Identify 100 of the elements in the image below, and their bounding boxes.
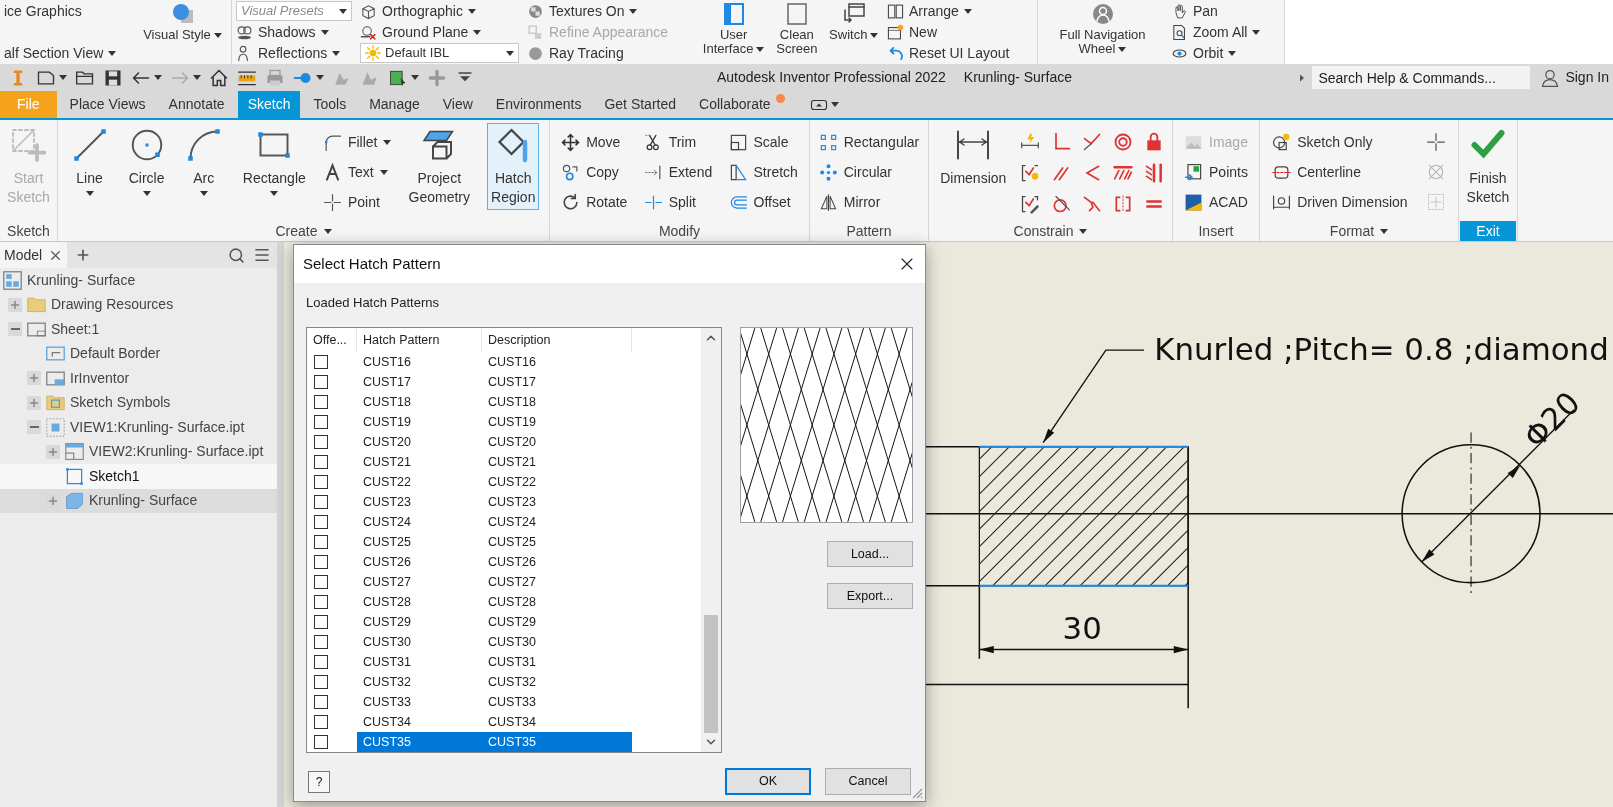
checkbox[interactable]: [314, 475, 328, 489]
table-row[interactable]: CUST28 CUST28: [357, 592, 632, 612]
tool-button[interactable]: Reflections: [236, 43, 352, 63]
tool-button[interactable]: Visual Style: [143, 2, 222, 42]
checkbox[interactable]: [314, 535, 328, 549]
load-button[interactable]: Load...: [827, 541, 913, 567]
tool-button[interactable]: Hatch Region: [487, 123, 540, 210]
table-row[interactable]: CUST35 CUST35: [357, 732, 632, 752]
tool-button[interactable]: Line: [67, 123, 112, 199]
ribbon-tab[interactable]: Place Views: [59, 91, 156, 118]
tool-button[interactable]: Clean Screen: [765, 2, 828, 56]
tree-item[interactable]: Sketch Symbols: [0, 390, 277, 415]
checkbox[interactable]: [314, 615, 328, 629]
tool-button[interactable]: Pan: [1171, 1, 1280, 21]
tool-button[interactable]: Sketch Only: [1272, 127, 1408, 157]
tree-item[interactable]: VIEW2:Krunling- Surface.ipt: [0, 439, 277, 464]
checkbox[interactable]: [314, 555, 328, 569]
tool-button[interactable]: Extend: [643, 157, 713, 187]
table-row[interactable]: CUST34 CUST34: [357, 712, 632, 732]
tree-item[interactable]: Drawing Resources: [0, 292, 277, 317]
tool-button[interactable]: Ray Tracing: [527, 43, 694, 63]
tool-button[interactable]: Circle: [124, 123, 169, 199]
tool-button[interactable]: Orbit: [1171, 43, 1280, 63]
resize-grip-icon[interactable]: [912, 788, 923, 799]
table-row[interactable]: CUST33 CUST33: [357, 692, 632, 712]
search-field[interactable]: Search Help & Commands...: [1312, 66, 1531, 89]
ribbon-tab[interactable]: Collaborate: [689, 91, 781, 118]
toolbar-button[interactable]: [209, 67, 229, 88]
tool-button[interactable]: Rotate: [561, 187, 628, 217]
cancel-button[interactable]: Cancel: [825, 768, 911, 795]
tree-item[interactable]: Krunling- Surface: [0, 488, 277, 513]
tool-button[interactable]: Text: [322, 157, 392, 187]
checkbox[interactable]: [314, 375, 328, 389]
ribbon-tab[interactable]: Environments: [485, 91, 592, 118]
help-button[interactable]: ?: [308, 770, 330, 793]
collapse-button[interactable]: [27, 420, 41, 435]
table-row[interactable]: CUST18 CUST18: [357, 392, 632, 412]
scrollbar[interactable]: [701, 328, 721, 752]
checkbox[interactable]: [314, 655, 328, 669]
table-row[interactable]: CUST21 CUST21: [357, 452, 632, 472]
tool-button[interactable]: Rectangle: [238, 123, 310, 199]
table-row[interactable]: CUST30 CUST30: [357, 632, 632, 652]
checkbox[interactable]: [314, 395, 328, 409]
tool-button[interactable]: Circular: [818, 157, 920, 187]
tool-button[interactable]: Offset: [728, 187, 798, 217]
ribbon-tab[interactable]: Manage: [359, 91, 430, 118]
tool-button[interactable]: Split: [643, 187, 713, 217]
checkbox[interactable]: [314, 415, 328, 429]
tool-button[interactable]: ice Graphics: [4, 1, 130, 21]
ribbon-tab[interactable]: View: [432, 91, 483, 118]
tool-button[interactable]: Point: [322, 187, 392, 217]
column-header[interactable]: Hatch Pattern: [357, 328, 482, 352]
table-row[interactable]: CUST31 CUST31: [357, 652, 632, 672]
tree-item[interactable]: IrInventor: [0, 366, 277, 391]
tool-button[interactable]: Project Geometry: [404, 123, 474, 210]
table-row[interactable]: CUST17 CUST17: [357, 372, 632, 392]
column-header[interactable]: Offe...: [307, 328, 357, 352]
tool-button[interactable]: Arrange: [887, 1, 1033, 21]
collapse-button[interactable]: [8, 322, 22, 337]
tool-button[interactable]: Full Navigation Wheel: [1042, 2, 1163, 56]
tool-button[interactable]: New: [887, 22, 1033, 42]
tool-button[interactable]: Zoom All: [1171, 22, 1280, 42]
tool-button[interactable]: Rectangular: [818, 127, 920, 157]
checkbox[interactable]: [314, 435, 328, 449]
tool-button[interactable]: Reset UI Layout: [887, 43, 1033, 63]
checkbox[interactable]: [314, 455, 328, 469]
tool-button[interactable]: Copy: [561, 157, 628, 187]
checkbox[interactable]: [314, 355, 328, 369]
dropdown-field[interactable]: Default IBL: [360, 43, 519, 63]
column-header[interactable]: Description: [482, 328, 632, 352]
tool-button[interactable]: User Interface: [702, 2, 765, 56]
tool-button[interactable]: alf Section View: [4, 43, 130, 63]
checkbox[interactable]: [314, 675, 328, 689]
checkbox[interactable]: [314, 735, 328, 749]
tool-button[interactable]: ACAD: [1184, 187, 1248, 217]
ribbon-tab[interactable]: Tools: [303, 91, 357, 118]
tool-button[interactable]: Switch: [829, 2, 879, 42]
sign-in-button[interactable]: Sign In: [1540, 67, 1613, 88]
table-row[interactable]: CUST22 CUST22: [357, 472, 632, 492]
checkbox[interactable]: [314, 495, 328, 509]
tool-button[interactable]: Driven Dimension: [1272, 187, 1408, 217]
browser-tab[interactable]: Model: [0, 242, 68, 268]
table-row[interactable]: CUST32 CUST32: [357, 672, 632, 692]
table-row[interactable]: CUST24 CUST24: [357, 512, 632, 532]
tree-item[interactable]: VIEW1:Krunling- Surface.ipt: [0, 415, 277, 440]
drawing-canvas[interactable]: [284, 242, 1613, 807]
tool-button[interactable]: Centerline: [1272, 157, 1408, 187]
scrollbar-thumb[interactable]: [704, 615, 718, 733]
tool-button[interactable]: Stretch: [728, 157, 798, 187]
tool-button[interactable]: Scale: [728, 127, 798, 157]
checkbox[interactable]: [314, 715, 328, 729]
tree-item[interactable]: Krunling- Surface: [0, 268, 277, 293]
tool-button[interactable]: Orthographic: [360, 1, 519, 21]
table-row[interactable]: CUST26 CUST26: [357, 552, 632, 572]
tool-button[interactable]: Points: [1184, 157, 1248, 187]
checkbox[interactable]: [314, 515, 328, 529]
checkbox[interactable]: [314, 575, 328, 589]
checkbox[interactable]: [314, 635, 328, 649]
table-row[interactable]: CUST23 CUST23: [357, 492, 632, 512]
table-row[interactable]: CUST16 CUST16: [357, 352, 632, 372]
